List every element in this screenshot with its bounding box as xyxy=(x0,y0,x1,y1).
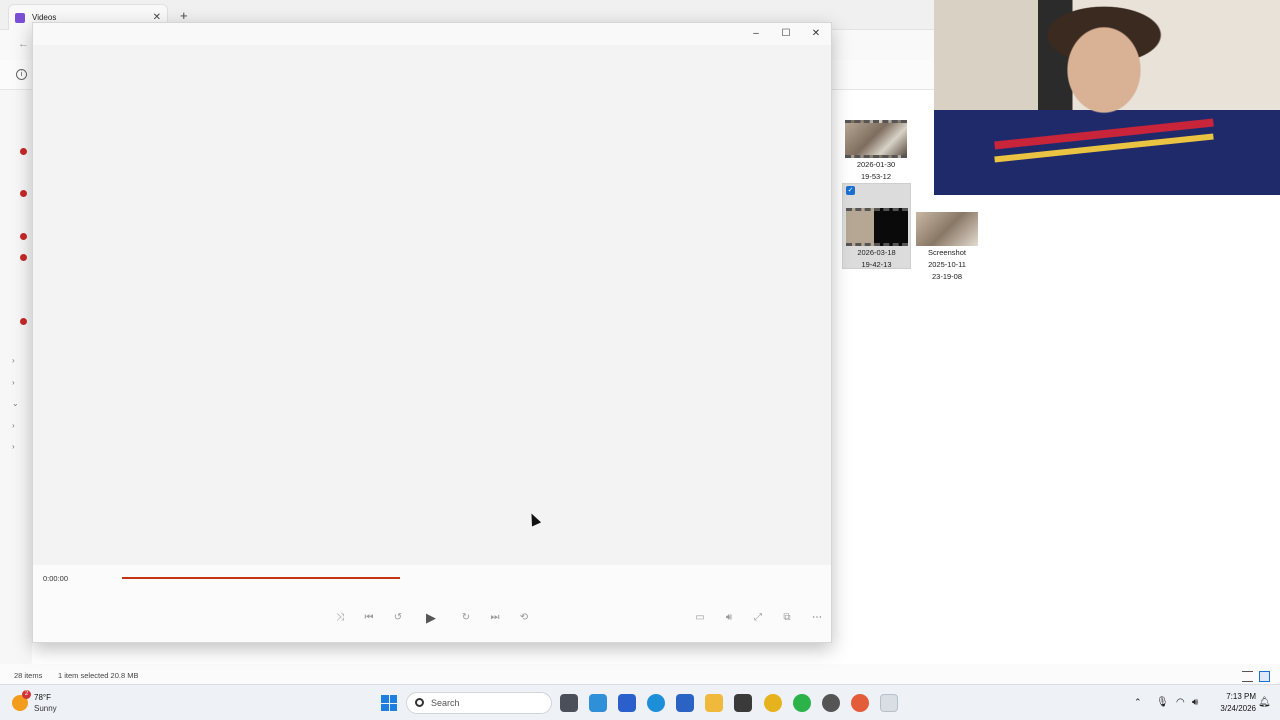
notifications-icon[interactable]: 🔔︎ xyxy=(1258,697,1271,708)
image-thumbnail xyxy=(916,212,978,246)
fullscreen-icon[interactable]: ⤢ xyxy=(749,609,767,627)
image-file-item[interactable]: Screenshot 2025-10-11 23-19-08 xyxy=(915,212,979,282)
weather-badge: 2 xyxy=(22,690,31,699)
file-name-line: Screenshot xyxy=(928,248,966,257)
video-thumbnail xyxy=(845,208,908,246)
chevron-down-icon[interactable]: ⌄ xyxy=(12,399,19,408)
file-name-line: 2026-01-30 xyxy=(856,160,896,169)
video-file-item-selected[interactable]: ✓ 2026-03-18 19-42-13 xyxy=(842,183,911,269)
video-surface[interactable] xyxy=(33,45,831,565)
selection-info: 1 item selected 20.8 MB xyxy=(58,671,139,680)
item-count: 28 items xyxy=(14,671,43,680)
previous-track-icon[interactable]: ⏮ xyxy=(360,609,378,627)
new-tab-button[interactable]: + xyxy=(180,8,188,23)
app-icon[interactable] xyxy=(618,694,636,712)
file-name-line: 2025-10-11 xyxy=(928,260,966,269)
clock-date[interactable]: 3/24/2026 xyxy=(1206,704,1256,713)
taskbar-search[interactable]: Search xyxy=(406,692,552,714)
file-name-line: 23-19-08 xyxy=(931,272,963,281)
video-thumbnail xyxy=(845,120,907,158)
chevron-right-icon[interactable]: › xyxy=(12,378,15,387)
sync-error-icon xyxy=(20,318,27,325)
sync-error-icon xyxy=(20,148,27,155)
explorer-status-bar: 28 items 1 item selected 20.8 MB xyxy=(0,664,1280,684)
minimize-button[interactable]: – xyxy=(741,26,771,42)
sync-error-icon xyxy=(20,190,27,197)
navigation-pane: › › ⌄ › › xyxy=(0,90,32,664)
repeat-icon[interactable]: ⟲ xyxy=(515,609,533,627)
chevron-up-icon[interactable]: ⌃ xyxy=(1134,697,1142,708)
file-explorer-icon[interactable] xyxy=(705,694,723,712)
wifi-icon[interactable]: ◠ xyxy=(1176,697,1185,708)
chrome-profile-icon[interactable] xyxy=(851,694,869,712)
start-button[interactable] xyxy=(381,695,397,711)
next-track-icon[interactable]: ⏭ xyxy=(486,609,504,627)
outlook-icon[interactable] xyxy=(676,694,694,712)
file-name-line: 19-53-12 xyxy=(860,172,892,181)
whatsapp-icon[interactable] xyxy=(793,694,811,712)
taskbar: 2 78°F Sunny Search ⌃ 🎙︎ ◠ 🔊︎ 7:13 PM 3/… xyxy=(0,684,1280,720)
copilot-icon[interactable] xyxy=(589,694,607,712)
info-icon[interactable]: i xyxy=(16,69,27,80)
chevron-right-icon[interactable]: › xyxy=(12,356,15,365)
skip-forward-30-icon[interactable]: ↻ xyxy=(457,609,475,627)
microphone-icon[interactable]: 🎙︎ xyxy=(1156,697,1169,708)
shuffle-icon[interactable]: ⤨ xyxy=(331,609,349,627)
media-player-window: – ☐ ✕ 0:00:00 ⤨ ⏮ ↺ ▶ ↻ ⏭ ⟲ ▭ 🔊︎ ⤢ ⧉ ⋯ xyxy=(32,22,832,643)
search-icon xyxy=(415,698,424,707)
volume-icon[interactable]: 🔊︎ xyxy=(1192,697,1198,708)
back-arrow-icon[interactable]: ← xyxy=(18,38,29,50)
mouse-cursor-icon xyxy=(526,511,542,527)
edge-icon[interactable] xyxy=(647,694,665,712)
maximize-button[interactable]: ☐ xyxy=(771,26,801,42)
current-time: 0:00:00 xyxy=(43,574,69,583)
tab-label: Videos xyxy=(32,13,57,22)
file-name-line: 2026-03-18 xyxy=(857,248,896,257)
large-icons-view-button[interactable] xyxy=(1259,671,1270,682)
chevron-right-icon[interactable]: › xyxy=(12,421,15,430)
skip-back-10-icon[interactable]: ↺ xyxy=(389,609,407,627)
weather-temperature[interactable]: 78°F xyxy=(34,693,51,702)
webcam-overlay xyxy=(934,0,1280,195)
video-file-item[interactable]: 2026-01-30 19-53-12 xyxy=(842,120,910,182)
volume-icon[interactable]: 🔊︎ xyxy=(720,609,738,627)
seek-bar[interactable] xyxy=(122,577,812,579)
sync-error-icon xyxy=(20,233,27,240)
player-title-bar: – ☐ ✕ xyxy=(33,23,831,45)
details-view-button[interactable] xyxy=(1242,671,1253,682)
microsoft-store-icon[interactable] xyxy=(734,694,752,712)
clock-time[interactable]: 7:13 PM xyxy=(1214,692,1256,701)
media-player-taskbar-icon[interactable] xyxy=(880,694,898,712)
file-name-line: 19-42-13 xyxy=(861,260,892,269)
sync-error-icon xyxy=(20,254,27,261)
weather-condition[interactable]: Sunny xyxy=(34,704,57,713)
videos-folder-icon xyxy=(15,12,25,23)
mini-player-icon[interactable]: ⧉ xyxy=(778,609,796,627)
chrome-icon[interactable] xyxy=(764,694,782,712)
more-options-icon[interactable]: ⋯ xyxy=(808,609,826,627)
chevron-right-icon[interactable]: › xyxy=(12,442,15,451)
chatgpt-icon[interactable] xyxy=(822,694,840,712)
checkbox-checked-icon[interactable]: ✓ xyxy=(846,186,855,195)
captions-icon[interactable]: ▭ xyxy=(691,609,709,627)
close-button[interactable]: ✕ xyxy=(801,26,831,42)
play-button[interactable]: ▶ xyxy=(422,609,440,627)
search-placeholder: Search xyxy=(431,698,460,708)
seek-bar-progress xyxy=(122,577,401,579)
task-view-icon[interactable] xyxy=(560,694,578,712)
player-controls: 0:00:00 ⤨ ⏮ ↺ ▶ ↻ ⏭ ⟲ ▭ 🔊︎ ⤢ ⧉ ⋯ xyxy=(33,565,831,642)
